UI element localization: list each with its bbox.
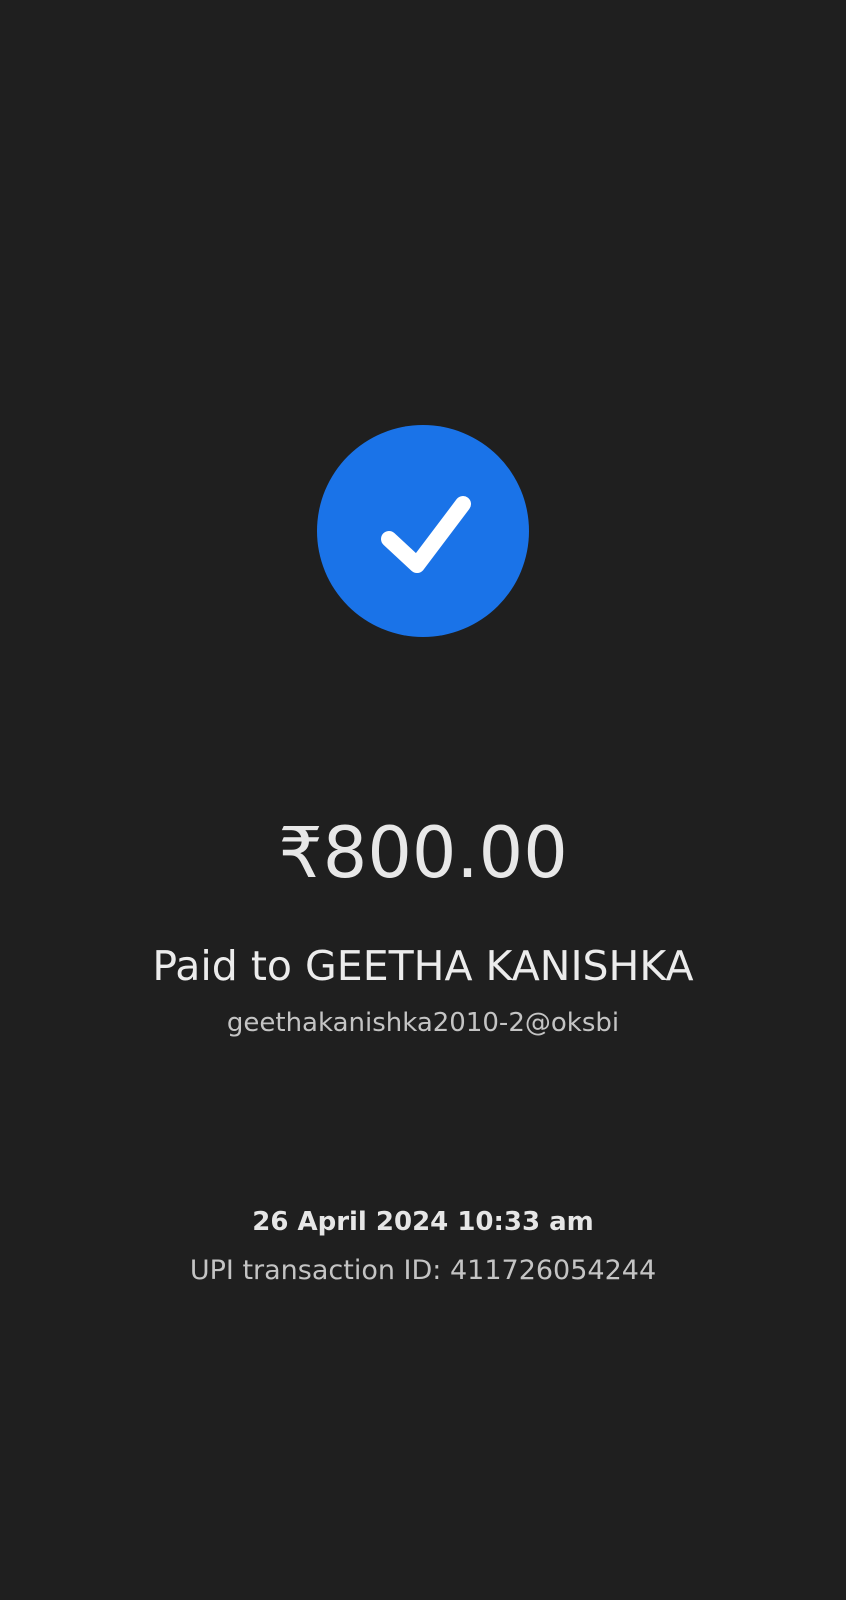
payee-upi-id: geethakanishka2010-2@oksbi: [226, 1008, 620, 1038]
payment-amount: ₹800.00: [278, 812, 568, 894]
payee-name: Paid to GEETHA KANISHKA: [152, 942, 694, 990]
success-check-circle: [317, 425, 529, 637]
upi-transaction-id: UPI transaction ID: 411726054244: [189, 1255, 657, 1286]
check-icon: [381, 496, 471, 573]
payment-datetime: 26 April 2024 10:33 am: [252, 1207, 594, 1237]
